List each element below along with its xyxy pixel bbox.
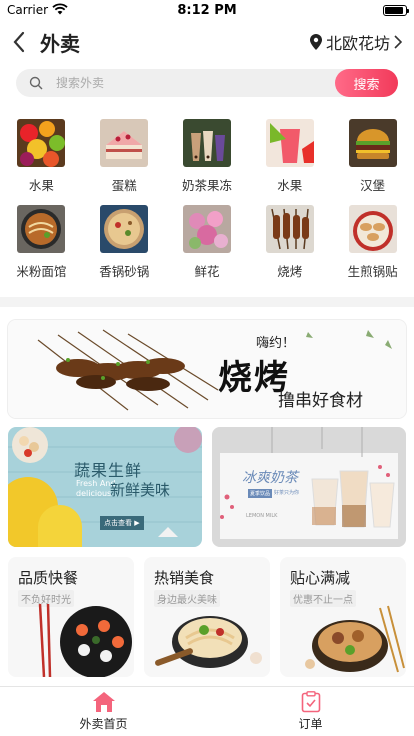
category-item-fruit-juice[interactable]: 水果	[248, 119, 331, 197]
category-label: 水果	[28, 178, 54, 193]
tab-orders[interactable]: 订单	[207, 687, 414, 736]
hot-pot-icon	[100, 205, 149, 253]
milk-tea-banner[interactable]: 冰爽奶茶 夏季饮品 好茶只为你 LEMON MILK	[212, 427, 406, 547]
bbq-banner-tag: 嗨约！	[256, 336, 296, 351]
milk-tea-banner-image	[212, 427, 406, 547]
dumplings-icon	[348, 205, 397, 253]
status-bar: Carrier 8:12 PM	[0, 0, 414, 20]
burger-icon	[348, 119, 397, 167]
category-item-flowers[interactable]: 鲜花	[166, 205, 249, 283]
category-label: 汉堡	[360, 178, 386, 193]
back-button[interactable]	[12, 27, 36, 57]
card-title: 贴心满减	[290, 569, 351, 587]
battery-icon	[383, 4, 409, 16]
hot-food-card[interactable]: 热销美食 身边最火美味	[144, 557, 270, 677]
noodles-icon	[17, 205, 66, 253]
tab-bar: 外卖首页 订单	[0, 686, 414, 736]
category-item-dumplings[interactable]: 生煎锅贴	[331, 205, 414, 283]
card-title: 热销美食	[154, 569, 215, 587]
category-item-cake[interactable]: 蛋糕	[83, 119, 166, 197]
order-list-icon	[301, 691, 320, 713]
fresh-banner-button[interactable]: 点击查看 ▶	[100, 516, 144, 530]
quick-meal-card[interactable]: 品质快餐 不负好时光	[8, 557, 134, 677]
stew-pot-image	[305, 605, 405, 673]
category-item-hot-pot[interactable]: 香锅砂锅	[83, 205, 166, 283]
nav-bar: 外卖 北欧花坊	[0, 20, 414, 64]
milk-tea-banner-sub: 好茶只为你	[274, 490, 300, 496]
status-time: 8:12 PM	[177, 2, 237, 18]
category-item-burger[interactable]: 汉堡	[331, 119, 414, 197]
discount-card[interactable]: 贴心满减 优惠不止一点	[280, 557, 406, 677]
tab-home[interactable]: 外卖首页	[0, 687, 207, 736]
location-selector[interactable]: 北欧花坊	[309, 30, 402, 54]
tab-label: 订单	[298, 717, 323, 731]
category-label: 米粉面馆	[16, 264, 67, 279]
bbq-banner[interactable]: 嗨约！ 烧烤 撸串好食材	[8, 320, 406, 418]
fruit-juice-icon	[265, 119, 314, 167]
milk-tea-icon	[182, 119, 231, 167]
fresh-banner-title1: 蔬果生鲜	[74, 461, 143, 480]
noodle-dish-image	[155, 616, 262, 668]
milk-tea-banner-title: 冰爽奶茶	[242, 470, 298, 486]
category-label: 奶茶果冻	[181, 178, 232, 193]
category-item-bbq[interactable]: 烧烤	[248, 205, 331, 283]
category-label: 鲜花	[194, 264, 220, 279]
search-button[interactable]: 搜索	[335, 69, 398, 97]
fresh-banner-title2: 新鲜美味	[110, 481, 171, 499]
page-title: 外卖	[40, 31, 80, 56]
sushi-image	[38, 603, 132, 677]
category-label: 水果	[277, 178, 303, 193]
flowers-icon	[182, 205, 231, 253]
category-label: 烧烤	[277, 264, 303, 279]
tab-label: 外卖首页	[79, 717, 128, 731]
page: Carrier 8:12 PM 外卖 北欧花坊 搜索外卖 搜索 水果 蛋糕 奶茶…	[0, 0, 414, 736]
search-icon	[22, 76, 50, 90]
category-item-milk-tea[interactable]: 奶茶果冻	[166, 119, 249, 197]
bbq-icon	[265, 205, 314, 253]
location-pin-icon	[309, 34, 322, 50]
category-label: 生煎锅贴	[347, 264, 398, 279]
chevron-right-icon	[394, 35, 402, 49]
fruit-icon	[17, 119, 66, 167]
battery-level	[385, 6, 403, 14]
category-label: 蛋糕	[111, 178, 137, 193]
cake-icon	[100, 119, 149, 167]
status-right	[267, 4, 409, 16]
search-bar: 搜索	[16, 69, 398, 97]
fresh-banner[interactable]: 蔬果生鲜 Fresh And delicious 新鲜美味 点击查看 ▶	[8, 427, 202, 547]
category-item-fruit[interactable]: 水果	[0, 119, 83, 197]
bbq-banner-sub: 撸串好食材	[278, 391, 363, 411]
category-label: 香锅砂锅	[99, 264, 150, 279]
category-grid: 水果 蛋糕 奶茶果冻 水果 汉堡 米粉面馆 香锅砂锅 鲜花 烧烤 生煎锅贴	[0, 119, 414, 283]
chevron-left-icon	[13, 31, 25, 53]
category-item-noodles[interactable]: 米粉面馆	[0, 205, 83, 283]
milk-tea-banner-en: LEMON MILK	[246, 513, 278, 519]
card-title: 品质快餐	[18, 569, 79, 587]
home-icon	[92, 692, 115, 712]
fresh-banner-en2: delicious	[76, 489, 112, 498]
carrier-label: Carrier	[7, 3, 49, 17]
wifi-icon	[52, 2, 68, 18]
milk-tea-banner-tag: 夏季饮品	[248, 489, 273, 498]
status-left: Carrier	[7, 2, 147, 18]
location-label: 北欧花坊	[325, 34, 390, 53]
section-divider	[0, 297, 414, 307]
